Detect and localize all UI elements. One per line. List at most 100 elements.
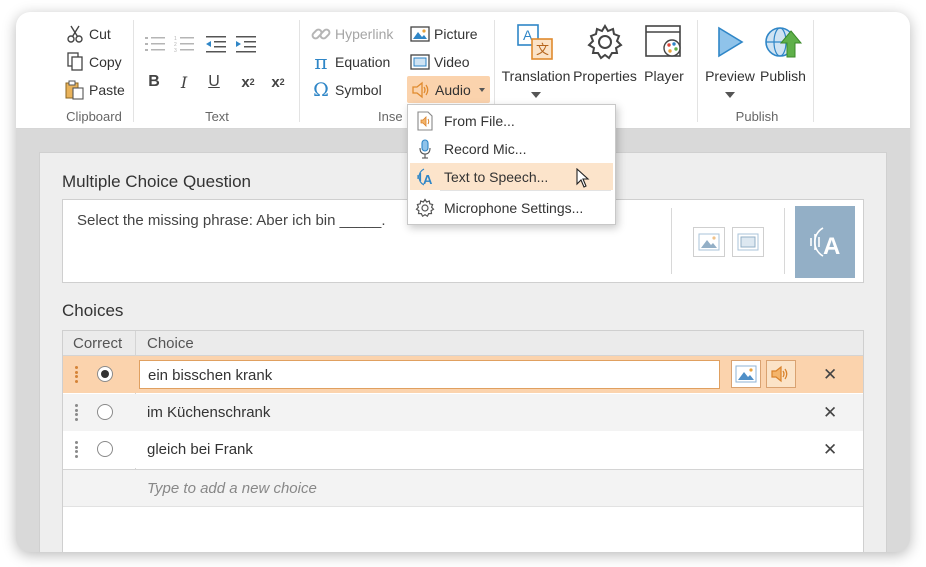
symbol-button[interactable]: Ω Symbol bbox=[310, 78, 382, 102]
pi-icon: π bbox=[314, 50, 328, 74]
bullet-list-button[interactable] bbox=[143, 32, 167, 56]
remove-choice-button[interactable]: ✕ bbox=[823, 440, 837, 460]
chevron-down-icon bbox=[725, 92, 735, 98]
paste-button[interactable]: Paste bbox=[64, 78, 125, 102]
audio-dropdown-button[interactable]: Audio bbox=[407, 76, 490, 103]
picture-icon bbox=[735, 365, 757, 383]
divider bbox=[671, 208, 672, 274]
paste-label: Paste bbox=[89, 82, 125, 98]
decrease-indent-button[interactable] bbox=[204, 32, 228, 56]
copy-icon bbox=[64, 51, 86, 73]
publish-label: Publish bbox=[760, 68, 806, 84]
insert-picture-button[interactable] bbox=[693, 227, 725, 257]
italic-button[interactable]: I bbox=[172, 70, 196, 94]
remove-choice-button[interactable]: ✕ bbox=[823, 403, 837, 423]
choice-text[interactable]: im Küchenschrank bbox=[147, 404, 270, 421]
picture-icon bbox=[698, 233, 720, 251]
table-header: Correct Choice bbox=[63, 331, 863, 356]
svg-text:3: 3 bbox=[174, 48, 177, 53]
hyperlink-button[interactable]: Hyperlink bbox=[310, 22, 393, 46]
audio-dropdown-menu: From File... Record Mic... A Text to Spe… bbox=[407, 104, 616, 225]
symbol-label: Symbol bbox=[335, 82, 382, 98]
increase-indent-button[interactable] bbox=[234, 32, 258, 56]
divider bbox=[813, 20, 814, 122]
menu-item-from-file[interactable]: From File... bbox=[410, 107, 613, 134]
svg-text:A: A bbox=[423, 172, 433, 187]
choice-text[interactable]: gleich bei Frank bbox=[147, 441, 253, 458]
header-choice: Choice bbox=[147, 335, 194, 352]
paste-icon bbox=[64, 79, 86, 101]
cut-button[interactable]: Cut bbox=[64, 22, 111, 46]
correct-radio[interactable] bbox=[97, 441, 113, 457]
copy-button[interactable]: Copy bbox=[64, 50, 122, 74]
translation-button[interactable]: A文 Translation bbox=[500, 22, 572, 98]
speaker-icon bbox=[771, 365, 788, 383]
picture-label: Picture bbox=[434, 26, 478, 42]
drag-handle-icon[interactable] bbox=[75, 366, 78, 383]
bold-button[interactable]: B bbox=[142, 70, 166, 94]
numbered-list-button[interactable]: 123 bbox=[172, 32, 196, 56]
video-icon bbox=[737, 233, 759, 251]
menu-item-microphone-settings[interactable]: Microphone Settings... bbox=[410, 194, 613, 221]
properties-label: Properties bbox=[573, 68, 637, 84]
translation-label: Translation bbox=[501, 68, 571, 84]
video-label: Video bbox=[434, 54, 470, 70]
video-button[interactable]: Video bbox=[409, 50, 470, 74]
table-row[interactable]: ein bisschen krank ✕ bbox=[63, 356, 863, 393]
chevron-down-icon bbox=[531, 92, 541, 98]
divider bbox=[299, 20, 300, 122]
choice-picture-button[interactable] bbox=[731, 360, 761, 388]
underline-button[interactable]: U bbox=[202, 70, 226, 94]
cut-label: Cut bbox=[89, 26, 111, 42]
table-row[interactable]: gleich bei Frank ✕ bbox=[63, 431, 863, 468]
publish-group-label: Publish bbox=[735, 109, 779, 124]
choice-input[interactable]: ein bisschen krank bbox=[139, 360, 720, 389]
hyperlink-label: Hyperlink bbox=[335, 26, 394, 42]
preview-button[interactable]: Preview bbox=[704, 22, 756, 98]
drag-handle-icon[interactable] bbox=[75, 404, 78, 421]
properties-button[interactable]: Properties bbox=[572, 22, 638, 84]
subscript-button[interactable]: x2 bbox=[236, 70, 260, 94]
correct-radio[interactable] bbox=[97, 366, 113, 382]
table-row[interactable]: im Küchenschrank ✕ bbox=[63, 394, 863, 431]
link-icon bbox=[310, 23, 332, 45]
preview-label: Preview bbox=[705, 68, 755, 84]
equation-label: Equation bbox=[335, 54, 391, 70]
choice-audio-button[interactable] bbox=[766, 360, 796, 388]
text-to-speech-label: Text to Speech... bbox=[444, 168, 549, 185]
superscript-button[interactable]: x2 bbox=[266, 70, 290, 94]
publish-button[interactable]: Publish bbox=[758, 22, 808, 84]
text-group-label: Text bbox=[205, 109, 229, 124]
mouse-cursor-icon bbox=[576, 167, 590, 191]
insert-video-button[interactable] bbox=[732, 227, 764, 257]
bullet-list-icon bbox=[145, 37, 165, 51]
copy-label: Copy bbox=[89, 54, 122, 70]
remove-choice-button[interactable]: ✕ bbox=[823, 365, 837, 385]
microphone-icon bbox=[412, 138, 438, 159]
text-to-speech-button[interactable]: A bbox=[795, 206, 855, 278]
new-choice-placeholder[interactable]: Type to add a new choice bbox=[147, 480, 317, 497]
play-icon bbox=[710, 22, 750, 62]
question-text[interactable]: Select the missing phrase: Aber ich bin … bbox=[77, 212, 386, 229]
svg-text:A: A bbox=[823, 233, 840, 260]
outdent-icon bbox=[206, 36, 226, 53]
indent-icon bbox=[236, 36, 256, 53]
divider bbox=[697, 20, 698, 122]
audio-label: Audio bbox=[435, 81, 471, 98]
choices-table: Correct Choice ein bisschen krank ✕ im K… bbox=[62, 330, 864, 552]
player-icon bbox=[644, 22, 684, 62]
clipboard-group-label: Clipboard bbox=[66, 109, 122, 124]
picture-button[interactable]: Picture bbox=[409, 22, 478, 46]
equation-button[interactable]: π Equation bbox=[310, 50, 390, 74]
menu-item-record-mic[interactable]: Record Mic... bbox=[410, 135, 613, 162]
player-button[interactable]: Player bbox=[640, 22, 688, 84]
numbered-list-icon: 123 bbox=[174, 36, 194, 53]
video-icon bbox=[409, 51, 431, 73]
drag-handle-icon[interactable] bbox=[75, 441, 78, 458]
record-mic-label: Record Mic... bbox=[444, 140, 527, 157]
question-title: Multiple Choice Question bbox=[62, 172, 251, 191]
microphone-settings-label: Microphone Settings... bbox=[444, 199, 584, 216]
translation-icon: A文 bbox=[516, 22, 556, 62]
picture-icon bbox=[409, 23, 431, 45]
correct-radio[interactable] bbox=[97, 404, 113, 420]
